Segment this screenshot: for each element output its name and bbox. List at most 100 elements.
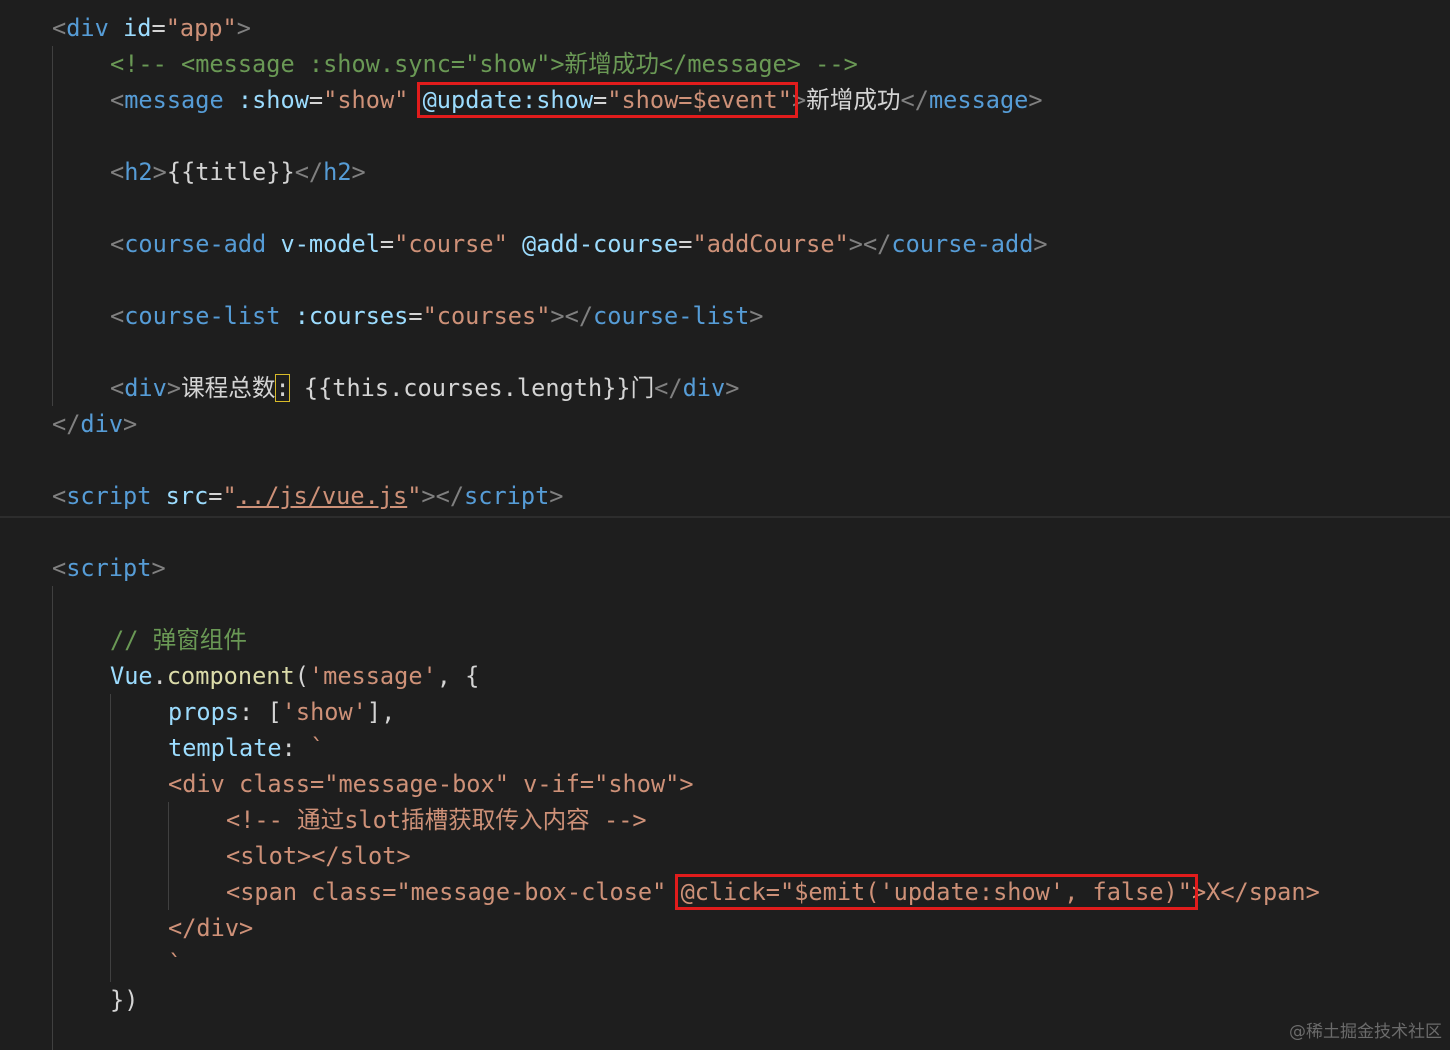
code-token: > bbox=[1033, 230, 1048, 258]
code-token: <span class="message-box-close" bbox=[226, 878, 681, 906]
indent-guide bbox=[168, 802, 169, 910]
indent-guide bbox=[52, 46, 53, 406]
code-line: <course-list :courses="courses"></course… bbox=[110, 298, 764, 334]
code-token: </div> bbox=[168, 914, 254, 942]
code-line: </div> bbox=[168, 910, 253, 946]
code-token: > bbox=[166, 374, 182, 402]
code-line: <!-- 通过slot插槽获取传入内容 --> bbox=[226, 802, 647, 838]
code-token: message bbox=[124, 86, 224, 114]
code-token: "addCourse" bbox=[692, 230, 849, 258]
code-line: }) bbox=[110, 982, 138, 1018]
code-token: < bbox=[110, 230, 125, 258]
code-token: script bbox=[464, 482, 550, 510]
code-token: course-list bbox=[593, 302, 750, 330]
code-line: ` bbox=[168, 946, 182, 982]
code-token: > bbox=[152, 158, 167, 186]
code-token: > bbox=[123, 410, 138, 438]
code-token: </ bbox=[294, 158, 324, 186]
code-token: < bbox=[110, 86, 125, 114]
code-token: . bbox=[152, 662, 167, 690]
code-token: {{this.courses.length}}门 bbox=[289, 374, 655, 402]
code-token: script bbox=[66, 482, 152, 510]
code-token: ( bbox=[294, 662, 309, 690]
code-token: < bbox=[52, 14, 67, 42]
code-token: props bbox=[168, 698, 240, 726]
code-token: template bbox=[168, 734, 282, 762]
code-token: div bbox=[80, 410, 124, 438]
code-token: : [ bbox=[239, 698, 282, 726]
code-token: course-add bbox=[891, 230, 1034, 258]
code-token: <div class="message-box" v-if="show"> bbox=[168, 770, 694, 798]
code-token: message bbox=[928, 86, 1029, 114]
code-line: props: ['show'], bbox=[168, 694, 395, 730]
code-token: ], bbox=[366, 698, 396, 726]
code-token: , { bbox=[436, 662, 480, 690]
code-token: :courses bbox=[294, 302, 409, 330]
code-token: < bbox=[110, 374, 125, 402]
code-token: "app" bbox=[165, 14, 237, 42]
code-token: "show" bbox=[323, 86, 409, 114]
code-token: ></ bbox=[550, 302, 594, 330]
code-token: ></ bbox=[421, 482, 465, 510]
code-token: }) bbox=[110, 986, 139, 1014]
code-token: = bbox=[678, 230, 693, 258]
code-token: script bbox=[66, 554, 152, 582]
code-token: src bbox=[165, 482, 209, 510]
code-token: > bbox=[236, 14, 251, 42]
code-token: course-add bbox=[124, 230, 267, 258]
bracket-match-box bbox=[275, 374, 290, 402]
code-line: </div> bbox=[52, 406, 137, 442]
code-line: <script src="../js/vue.js"></script> bbox=[52, 478, 564, 514]
code-token: " bbox=[407, 482, 422, 510]
code-token: : bbox=[281, 734, 311, 762]
code-token: :show bbox=[237, 86, 309, 114]
code-token: component bbox=[166, 662, 295, 690]
code-token: 课程总数 bbox=[181, 374, 276, 402]
code-token: {{title}} bbox=[166, 158, 295, 186]
code-token: div bbox=[124, 374, 167, 402]
code-token: 'message' bbox=[308, 662, 437, 690]
code-token: = bbox=[408, 302, 423, 330]
code-token: h2 bbox=[124, 158, 153, 186]
highlight-box-emit-update bbox=[674, 874, 1198, 910]
code-token: id bbox=[123, 14, 152, 42]
code-token: <slot></slot> bbox=[226, 842, 411, 870]
indent-guide bbox=[110, 694, 111, 982]
code-token: < bbox=[110, 302, 125, 330]
code-token: = bbox=[208, 482, 223, 510]
code-token: > bbox=[549, 482, 564, 510]
code-line: <div id="app"> bbox=[52, 10, 251, 46]
code-token: h2 bbox=[323, 158, 352, 186]
code-line: <slot></slot> bbox=[226, 838, 411, 874]
code-token: ../js/vue.js bbox=[236, 482, 408, 510]
code-token: course-list bbox=[124, 302, 281, 330]
code-token: < bbox=[52, 554, 67, 582]
code-token: v-model bbox=[280, 230, 380, 258]
code-line: // 弹窗组件 bbox=[110, 622, 247, 658]
code-token: ` bbox=[310, 734, 325, 762]
highlight-box-update-show bbox=[416, 82, 798, 118]
code-line: <!-- <message :show.sync="show">新增成功</me… bbox=[110, 46, 858, 82]
code-token: > bbox=[351, 158, 366, 186]
code-token: < bbox=[52, 482, 67, 510]
code-token: ` bbox=[168, 950, 183, 978]
code-line: template: ` bbox=[168, 730, 324, 766]
code-token: > bbox=[725, 374, 740, 402]
code-token: " bbox=[222, 482, 237, 510]
code-token: div bbox=[66, 14, 109, 42]
code-token: </ bbox=[900, 86, 929, 114]
code-line: Vue.component('message', { bbox=[110, 658, 479, 694]
code-token: "course" bbox=[394, 230, 508, 258]
code-line: <course-add v-model="course" @add-course… bbox=[110, 226, 1048, 262]
code-token: "courses" bbox=[422, 302, 551, 330]
code-token: @add-course bbox=[522, 230, 679, 258]
watermark: @稀土掘金技术社区 bbox=[1289, 1022, 1442, 1042]
code-token: 'show' bbox=[281, 698, 367, 726]
indent-guide bbox=[52, 586, 53, 1050]
code-token: ></ bbox=[848, 230, 892, 258]
